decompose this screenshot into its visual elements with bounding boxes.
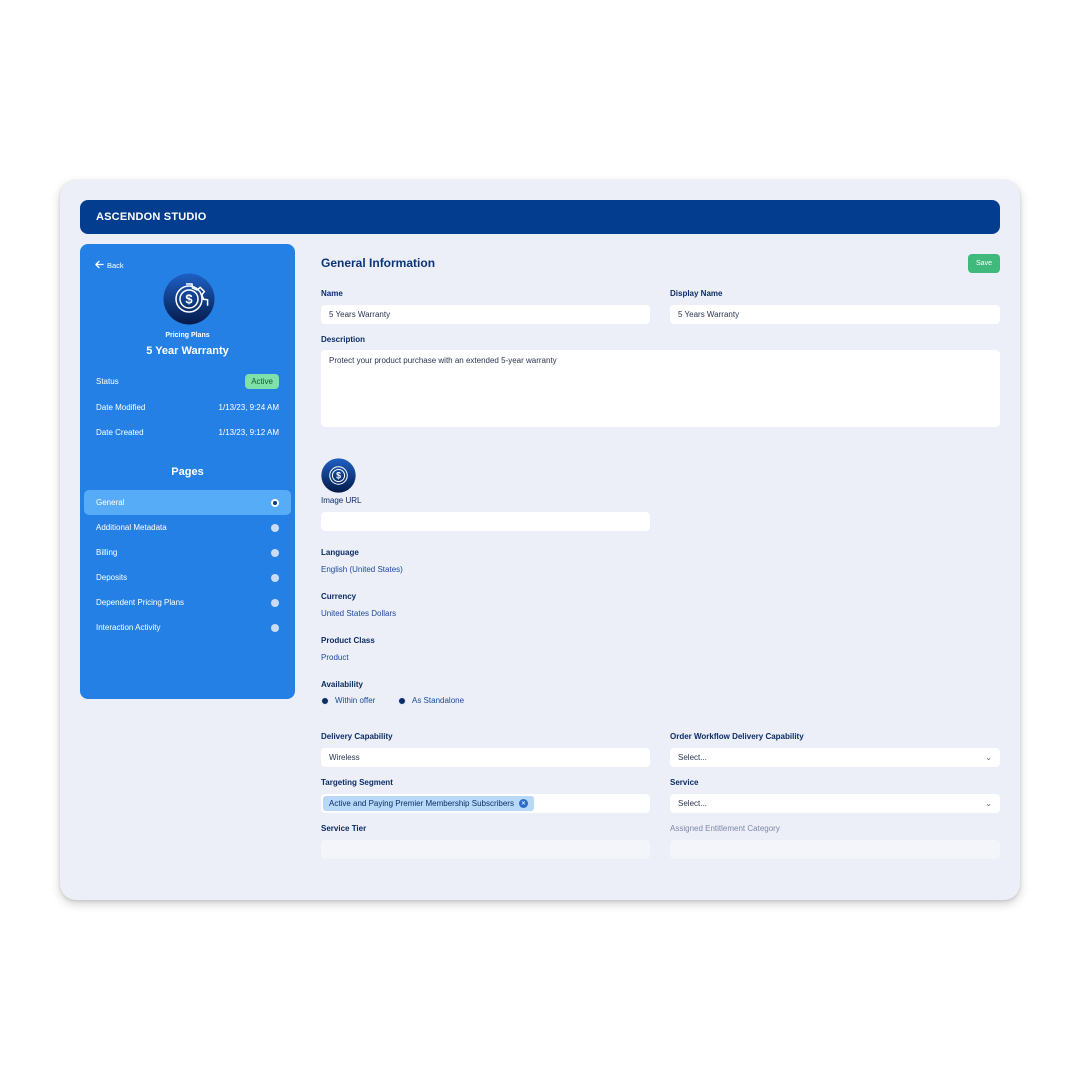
service-value: Select... — [678, 799, 707, 808]
status-badge: Active — [245, 374, 279, 389]
pages-nav: General Additional Metadata Billing Depo… — [84, 490, 291, 640]
order-workflow-label: Order Workflow Delivery Capability — [670, 732, 804, 741]
description-value: Protect your product purchase with an ex… — [329, 356, 557, 365]
name-label: Name — [321, 289, 343, 298]
service-tier-label: Service Tier — [321, 824, 367, 833]
arrow-left-icon — [95, 260, 104, 271]
save-button[interactable]: Save — [968, 254, 1000, 273]
nav-item-label: Billing — [96, 548, 118, 557]
name-field[interactable]: 5 Years Warranty — [321, 305, 650, 324]
nav-item-additional-metadata[interactable]: Additional Metadata — [84, 515, 291, 540]
nav-item-label: General — [96, 498, 125, 507]
nav-item-general[interactable]: General — [84, 490, 291, 515]
image-url-label: Image URL — [321, 496, 362, 505]
assigned-entitlement-field — [670, 840, 1000, 859]
description-label: Description — [321, 335, 366, 344]
dot-icon — [271, 598, 279, 607]
name-value: 5 Years Warranty — [329, 310, 391, 319]
availability-label: Availability — [321, 680, 363, 689]
date-modified-row: Date Modified 1/13/23, 9:24 AM — [96, 403, 279, 412]
radio-icon — [321, 696, 329, 705]
dot-icon — [271, 573, 279, 582]
entity-name: 5 Year Warranty — [146, 345, 229, 357]
entity-type: Pricing Plans — [165, 332, 210, 339]
chevron-down-icon: ⌄ — [985, 799, 992, 808]
nav-item-deposits[interactable]: Deposits — [84, 565, 291, 590]
currency-value: United States Dollars — [321, 609, 397, 618]
service-label: Service — [670, 778, 699, 787]
date-modified-label: Date Modified — [96, 403, 146, 412]
availability-option-standalone[interactable]: As Standalone — [398, 696, 464, 705]
nav-item-label: Dependent Pricing Plans — [96, 598, 185, 607]
dot-icon — [271, 523, 279, 532]
selected-dot-icon — [271, 498, 279, 507]
display-name-label: Display Name — [670, 289, 723, 298]
nav-item-label: Additional Metadata — [96, 523, 167, 532]
description-field[interactable]: Protect your product purchase with an ex… — [321, 350, 1000, 427]
assigned-entitlement-label: Assigned Entitlement Category — [670, 824, 780, 833]
nav-item-interaction-activity[interactable]: Interaction Activity — [84, 615, 291, 640]
order-workflow-value: Select... — [678, 753, 707, 762]
radio-label: As Standalone — [412, 696, 465, 705]
delivery-capability-value: Wireless — [329, 753, 360, 762]
availability-option-within-offer[interactable]: Within offer — [321, 696, 375, 705]
targeting-segment-label: Targeting Segment — [321, 778, 393, 787]
product-class-label: Product Class — [321, 636, 375, 645]
chevron-down-icon: ⌄ — [985, 753, 992, 762]
nav-item-billing[interactable]: Billing — [84, 540, 291, 565]
segment-chip: Active and Paying Premier Membership Sub… — [323, 796, 534, 811]
nav-item-dependent-pricing-plans[interactable]: Dependent Pricing Plans — [84, 590, 291, 615]
sidebar: Back $ Pricing Plans 5 Year Warranty Sta… — [80, 244, 295, 699]
display-name-value: 5 Years Warranty — [678, 310, 740, 319]
language-label: Language — [321, 548, 359, 557]
currency-label: Currency — [321, 592, 357, 601]
date-created-value: 1/13/23, 9:12 AM — [218, 428, 280, 437]
svg-text:$: $ — [185, 292, 193, 307]
nav-item-label: Interaction Activity — [96, 623, 161, 632]
date-created-label: Date Created — [96, 428, 144, 437]
segment-chip-label: Active and Paying Premier Membership Sub… — [329, 799, 514, 808]
pages-heading: Pages — [171, 466, 204, 478]
language-value: English (United States) — [321, 565, 403, 574]
delivery-capability-label: Delivery Capability — [321, 732, 393, 741]
status-label: Status — [96, 377, 119, 386]
app-title: ASCENDON STUDIO — [96, 211, 207, 223]
service-select[interactable]: Select... ⌄ — [670, 794, 1000, 813]
dollar-gear-icon: $ — [321, 458, 356, 493]
date-modified-value: 1/13/23, 9:24 AM — [218, 403, 280, 412]
status-row: Status Active — [96, 374, 279, 389]
service-tier-field[interactable] — [321, 840, 650, 859]
app-header: ASCENDON STUDIO — [80, 200, 1000, 234]
main-panel: General Information Save Name 5 Years Wa… — [321, 244, 1000, 884]
close-icon[interactable]: ✕ — [518, 799, 528, 808]
product-class-value: Product — [321, 653, 349, 662]
dot-icon — [271, 623, 279, 632]
radio-icon — [398, 696, 406, 705]
delivery-capability-field[interactable]: Wireless — [321, 748, 650, 767]
page-title: General Information — [321, 256, 436, 270]
radio-label: Within offer — [335, 696, 376, 705]
dollar-gear-icon: $ — [163, 273, 215, 325]
image-url-field[interactable] — [321, 512, 650, 531]
back-label: Back — [107, 261, 124, 270]
dot-icon — [271, 548, 279, 557]
date-created-row: Date Created 1/13/23, 9:12 AM — [96, 428, 279, 437]
svg-text:$: $ — [336, 471, 341, 481]
nav-item-label: Deposits — [96, 573, 128, 582]
back-button[interactable]: Back — [95, 260, 124, 271]
display-name-field[interactable]: 5 Years Warranty — [670, 305, 1000, 324]
order-workflow-select[interactable]: Select... ⌄ — [670, 748, 1000, 767]
targeting-segment-field[interactable]: Active and Paying Premier Membership Sub… — [321, 794, 650, 813]
